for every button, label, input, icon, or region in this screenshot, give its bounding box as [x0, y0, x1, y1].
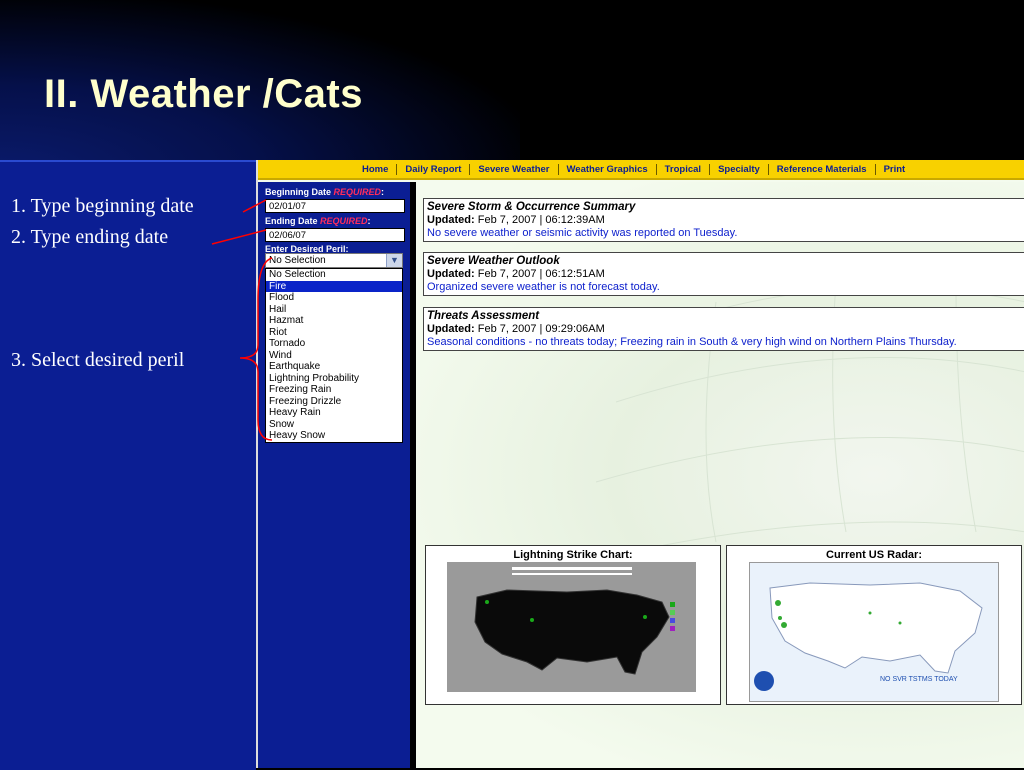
outlook-updated: Updated: Feb 7, 2007 | 06:12:51AM: [427, 268, 1022, 281]
beginning-date-input[interactable]: 02/01/07: [265, 199, 405, 213]
embedded-web-screenshot: Home Daily Report Severe Weather Weather…: [256, 160, 1024, 768]
nav-specialty[interactable]: Specialty: [710, 163, 769, 175]
nav-home[interactable]: Home: [354, 163, 398, 175]
peril-select-value: No Selection: [269, 255, 326, 266]
threats-message: Seasonal conditions - no threats today; …: [427, 336, 957, 348]
peril-option[interactable]: Heavy Rain: [266, 407, 402, 419]
threats-updated: Updated: Feb 7, 2007 | 09:29:06AM: [427, 323, 1022, 336]
nav-reference-materials[interactable]: Reference Materials: [769, 163, 876, 175]
nav-print[interactable]: Print: [876, 164, 914, 175]
top-navigation: Home Daily Report Severe Weather Weather…: [258, 160, 1024, 180]
peril-option[interactable]: Lightning Probability: [266, 373, 402, 385]
updated-value: Feb 7, 2007 | 09:29:06AM: [477, 323, 605, 335]
peril-option[interactable]: Heavy Snow: [266, 430, 402, 442]
ending-date-input[interactable]: 02/06/07: [265, 228, 405, 242]
radar-map-image: NO SVR TSTMS TODAY: [749, 562, 999, 702]
updated-value: Feb 7, 2007 | 06:12:51AM: [477, 268, 605, 280]
peril-option[interactable]: No Selection: [266, 269, 402, 281]
peril-option[interactable]: Riot: [266, 327, 402, 339]
summary-updated: Updated: Feb 7, 2007 | 06:12:39AM: [427, 214, 1022, 227]
threats-title[interactable]: Threats Assessment: [427, 310, 1022, 323]
peril-option[interactable]: Flood: [266, 292, 402, 304]
instruction-step-1: 1. Type beginning date: [11, 195, 194, 217]
peril-option[interactable]: Snow: [266, 419, 402, 431]
threats-assessment: Threats Assessment Updated: Feb 7, 2007 …: [423, 307, 1024, 351]
ending-date-label: Ending Date REQUIRED:: [265, 216, 371, 226]
updated-label: Updated:: [427, 323, 475, 335]
main-content: Severe Storm & Occurrence Summary Update…: [416, 182, 1024, 768]
peril-dropdown-list: No Selection Fire Flood Hail Hazmat Riot Torna…: [265, 268, 403, 443]
severe-weather-outlook: Severe Weather Outlook Updated: Feb 7, 2…: [423, 252, 1024, 296]
beginning-date-label-text: Beginning Date: [265, 187, 332, 197]
svg-text:NO SVR TSTMS TODAY: NO SVR TSTMS TODAY: [880, 676, 958, 683]
required-marker: REQUIRED: [333, 187, 382, 197]
instruction-step-3: 3. Select desired peril: [11, 349, 185, 371]
outlook-message: Organized severe weather is not forecast…: [427, 281, 660, 293]
us-radar-map-icon: NO SVR TSTMS TODAY: [754, 582, 983, 691]
outlook-title[interactable]: Severe Weather Outlook: [427, 255, 1022, 268]
peril-option[interactable]: Freezing Drizzle: [266, 396, 402, 408]
nav-severe-weather[interactable]: Severe Weather: [470, 163, 559, 175]
chevron-down-icon[interactable]: ▼: [386, 254, 402, 267]
nav-weather-graphics[interactable]: Weather Graphics: [559, 163, 657, 175]
peril-option[interactable]: Freezing Rain: [266, 384, 402, 396]
updated-label: Updated:: [427, 268, 475, 280]
peril-option[interactable]: Hail: [266, 304, 402, 316]
instructions-panel: 1. Type beginning date 2. Type ending da…: [0, 160, 256, 770]
peril-select[interactable]: No Selection ▼: [265, 253, 403, 268]
severe-storm-summary: Severe Storm & Occurrence Summary Update…: [423, 198, 1024, 242]
instruction-step-2: 2. Type ending date: [11, 226, 169, 248]
peril-option[interactable]: Tornado: [266, 338, 402, 350]
nav-tropical[interactable]: Tropical: [657, 163, 711, 175]
search-form: Beginning Date REQUIRED: 02/01/07 Ending…: [258, 182, 410, 768]
label-colon: :: [381, 187, 385, 197]
ending-date-label-text: Ending Date: [265, 216, 318, 226]
lightning-map-image: [447, 562, 696, 692]
updated-value: Feb 7, 2007 | 06:12:39AM: [477, 214, 605, 226]
lightning-card-title: Lightning Strike Chart:: [513, 549, 633, 561]
us-map-dark-icon: [474, 567, 675, 675]
summary-title[interactable]: Severe Storm & Occurrence Summary: [427, 201, 1022, 214]
summary-message: No severe weather or seismic activity wa…: [427, 227, 738, 239]
required-marker: REQUIRED: [320, 216, 368, 226]
beginning-date-label: Beginning Date REQUIRED:: [265, 187, 384, 197]
peril-option[interactable]: Hazmat: [266, 315, 402, 327]
peril-option[interactable]: Earthquake: [266, 361, 402, 373]
updated-label: Updated:: [427, 214, 475, 226]
peril-option[interactable]: Wind: [266, 350, 402, 362]
peril-option[interactable]: Fire: [266, 280, 402, 292]
current-radar-card[interactable]: Current US Radar: NO SVR TSTMS TODAY: [726, 545, 1022, 705]
radar-card-title: Current US Radar:: [826, 549, 922, 561]
label-colon: :: [367, 216, 371, 226]
lightning-strike-card[interactable]: Lightning Strike Chart:: [425, 545, 721, 705]
slide-title: II. Weather /Cats: [44, 72, 363, 116]
nav-daily-report[interactable]: Daily Report: [397, 163, 471, 175]
